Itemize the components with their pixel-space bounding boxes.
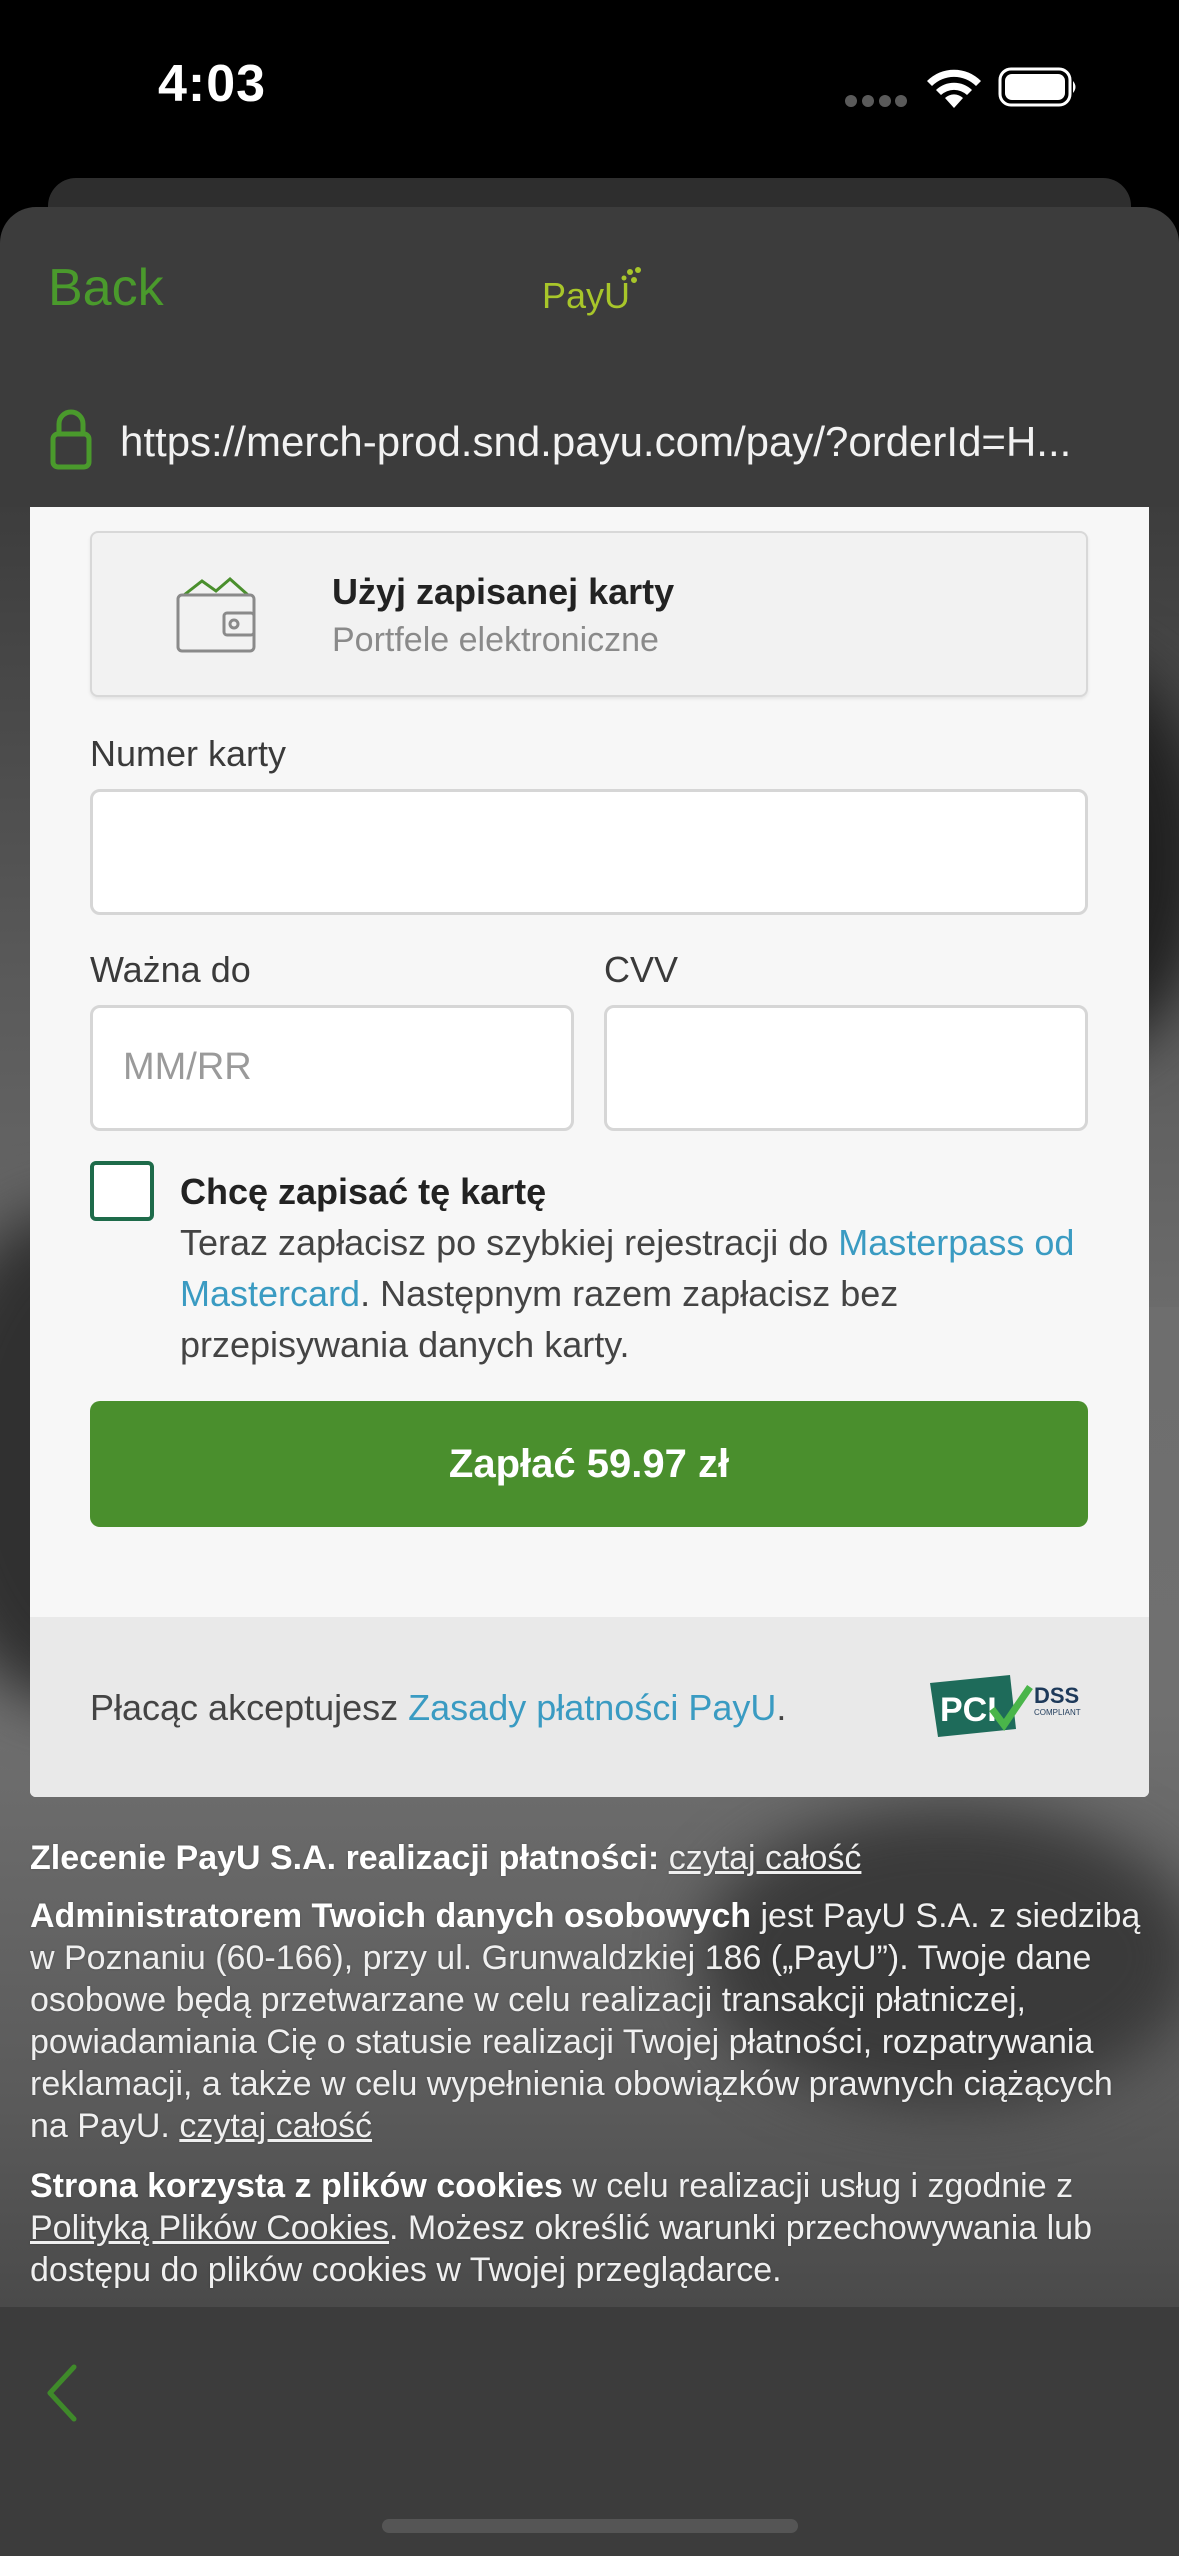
legal-admin-bold: Administratorem Twoich danych osobowych xyxy=(30,1897,752,1935)
terms-text-prefix: Płacąc akceptujesz xyxy=(90,1687,409,1728)
pci-dss-logo: PCI DSS COMPLIANT xyxy=(930,1675,1081,1737)
legal-order-text: Zlecenie PayU S.A. realizacji płatności:… xyxy=(30,1837,1150,1879)
url-bar[interactable]: https://merch-prod.snd.payu.com/pay/?ord… xyxy=(120,418,1120,466)
save-card-title: Chcę zapisać tę kartę xyxy=(180,1171,547,1212)
save-card-desc-text: Teraz zapłacisz po szybkiej rejestracji … xyxy=(180,1222,839,1263)
svg-text:COMPLIANT: COMPLIANT xyxy=(1034,1708,1081,1717)
expiry-label: Ważna do xyxy=(90,949,251,990)
save-card-checkbox[interactable] xyxy=(90,1161,154,1221)
use-saved-card-button[interactable]: Użyj zapisanej karty Portfele elektronic… xyxy=(90,531,1088,697)
svg-text:PayU: PayU xyxy=(542,275,630,316)
payment-form-card: Użyj zapisanej karty Portfele elektronic… xyxy=(30,507,1149,1797)
save-card-description: Teraz zapłacisz po szybkiej rejestracji … xyxy=(180,1217,1100,1370)
admin-read-more-link[interactable]: czytaj całość xyxy=(179,2107,372,2145)
back-button[interactable]: Back xyxy=(48,258,164,318)
expiry-input[interactable]: MM/RR xyxy=(90,1005,574,1131)
cvv-label: CVV xyxy=(604,949,679,990)
terms-text-suffix: . xyxy=(776,1687,787,1728)
saved-card-title: Użyj zapisanej karty xyxy=(332,571,675,612)
status-time: 4:03 xyxy=(158,55,267,113)
battery-icon xyxy=(998,67,1076,107)
saved-card-subtitle: Portfele elektroniczne xyxy=(332,621,659,659)
wifi-icon xyxy=(927,69,981,108)
terms-text: Płacąc akceptujesz Zasady płatności PayU… xyxy=(90,1687,786,1729)
card-footer: Płacąc akceptujesz Zasady płatności PayU… xyxy=(30,1617,1149,1797)
legal-cookies-text: Strona korzysta z plików cookies w celu … xyxy=(30,2165,1150,2291)
legal-admin-text: Administratorem Twoich danych osobowych … xyxy=(30,1895,1150,2147)
card-number-label: Numer karty xyxy=(90,733,287,774)
order-read-more-link[interactable]: czytaj całość xyxy=(669,1839,862,1877)
cvv-input[interactable] xyxy=(604,1005,1088,1131)
svg-text:DSS: DSS xyxy=(1034,1683,1079,1708)
svg-text:PCI: PCI xyxy=(940,1691,997,1729)
lock-icon xyxy=(50,409,92,470)
status-bar: 4:03 xyxy=(0,0,1179,175)
payu-logo: PayU xyxy=(542,267,641,316)
home-indicator xyxy=(382,2519,798,2533)
chevron-left-icon[interactable] xyxy=(42,2361,82,2425)
payment-terms-link[interactable]: Zasady płatności PayU xyxy=(408,1687,776,1728)
legal-cookies-bold: Strona korzysta z plików cookies xyxy=(30,2167,563,2205)
card-number-input[interactable] xyxy=(90,789,1088,915)
web-content: Użyj zapisanej karty Portfele elektronic… xyxy=(0,507,1179,2307)
legal-order-bold: Zlecenie PayU S.A. realizacji płatności: xyxy=(30,1839,660,1877)
bottom-toolbar xyxy=(0,2307,1179,2556)
cellular-signal-icon xyxy=(845,95,907,107)
legal-cookies-body: w celu realizacji usług i zgodnie z xyxy=(562,2167,1074,2205)
pay-button[interactable]: Zapłać 59.97 zł xyxy=(90,1401,1088,1527)
wallet-icon xyxy=(176,577,256,653)
expiry-placeholder: MM/RR xyxy=(123,1046,252,1088)
cookies-policy-link[interactable]: Polityką Plików Cookies xyxy=(30,2209,389,2247)
